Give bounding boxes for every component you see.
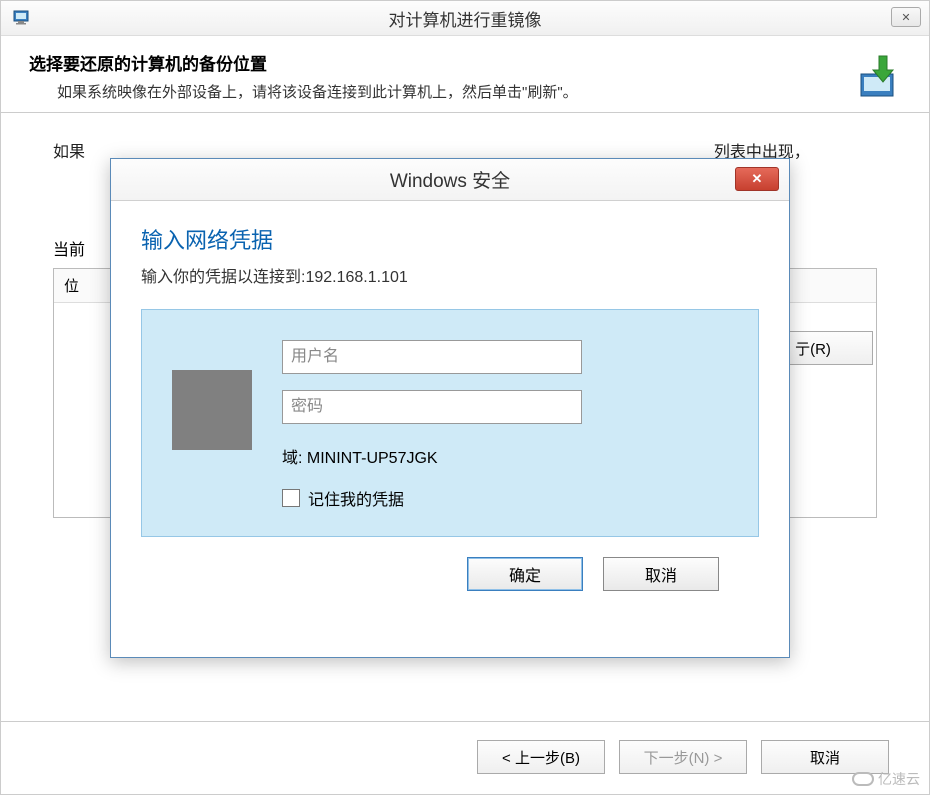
- remember-checkbox[interactable]: [282, 489, 300, 507]
- credentials-title: Windows 安全: [390, 166, 510, 193]
- credentials-titlebar: Windows 安全 ✕: [111, 159, 789, 201]
- back-button[interactable]: < 上一步(B): [477, 740, 605, 774]
- watermark: 亿速云: [852, 769, 920, 789]
- ok-button[interactable]: 确定: [467, 557, 583, 591]
- next-button: 下一步(N) >: [619, 740, 747, 774]
- restore-icon: [847, 50, 903, 106]
- footer-separator: [1, 721, 929, 722]
- credentials-cancel-button[interactable]: 取消: [603, 557, 719, 591]
- computer-icon: [11, 6, 35, 30]
- main-window-title: 对计算机进行重镜像: [389, 6, 542, 31]
- wizard-heading: 选择要还原的计算机的备份位置: [29, 50, 905, 75]
- close-button[interactable]: ✕: [891, 7, 921, 27]
- password-field[interactable]: [282, 390, 582, 424]
- wizard-navigation: < 上一步(B) 下一步(N) > 取消: [477, 740, 889, 774]
- domain-label: 域:: [282, 450, 302, 467]
- avatar-icon: [172, 370, 252, 450]
- main-titlebar: 对计算机进行重镜像 ✕: [1, 1, 929, 36]
- wizard-subheading: 如果系统映像在外部设备上，请将该设备连接到此计算机上，然后单击"刷新"。: [57, 81, 905, 102]
- cloud-icon: [852, 772, 874, 786]
- remember-credentials-row: 记住我的凭据: [282, 486, 728, 510]
- credentials-fields: 域: MININT-UP57JGK 记住我的凭据: [282, 340, 728, 510]
- credentials-subtext: 输入你的凭据以连接到:192.168.1.101: [141, 263, 759, 287]
- credentials-close-button[interactable]: ✕: [735, 167, 779, 191]
- credentials-body: 输入网络凭据 输入你的凭据以连接到:192.168.1.101 域: MININ…: [111, 201, 789, 613]
- credentials-footer: 确定 取消: [141, 537, 759, 591]
- wizard-header: 选择要还原的计算机的备份位置 如果系统映像在外部设备上，请将该设备连接到此计算机…: [1, 36, 929, 112]
- remember-label: 记住我的凭据: [308, 486, 404, 510]
- domain-value: MININT-UP57JGK: [307, 450, 438, 467]
- domain-line: 域: MININT-UP57JGK: [282, 444, 728, 468]
- credentials-panel: 域: MININT-UP57JGK 记住我的凭据: [141, 309, 759, 537]
- username-field[interactable]: [282, 340, 582, 374]
- credentials-heading: 输入网络凭据: [141, 223, 759, 255]
- credentials-dialog: Windows 安全 ✕ 输入网络凭据 输入你的凭据以连接到:192.168.1…: [110, 158, 790, 658]
